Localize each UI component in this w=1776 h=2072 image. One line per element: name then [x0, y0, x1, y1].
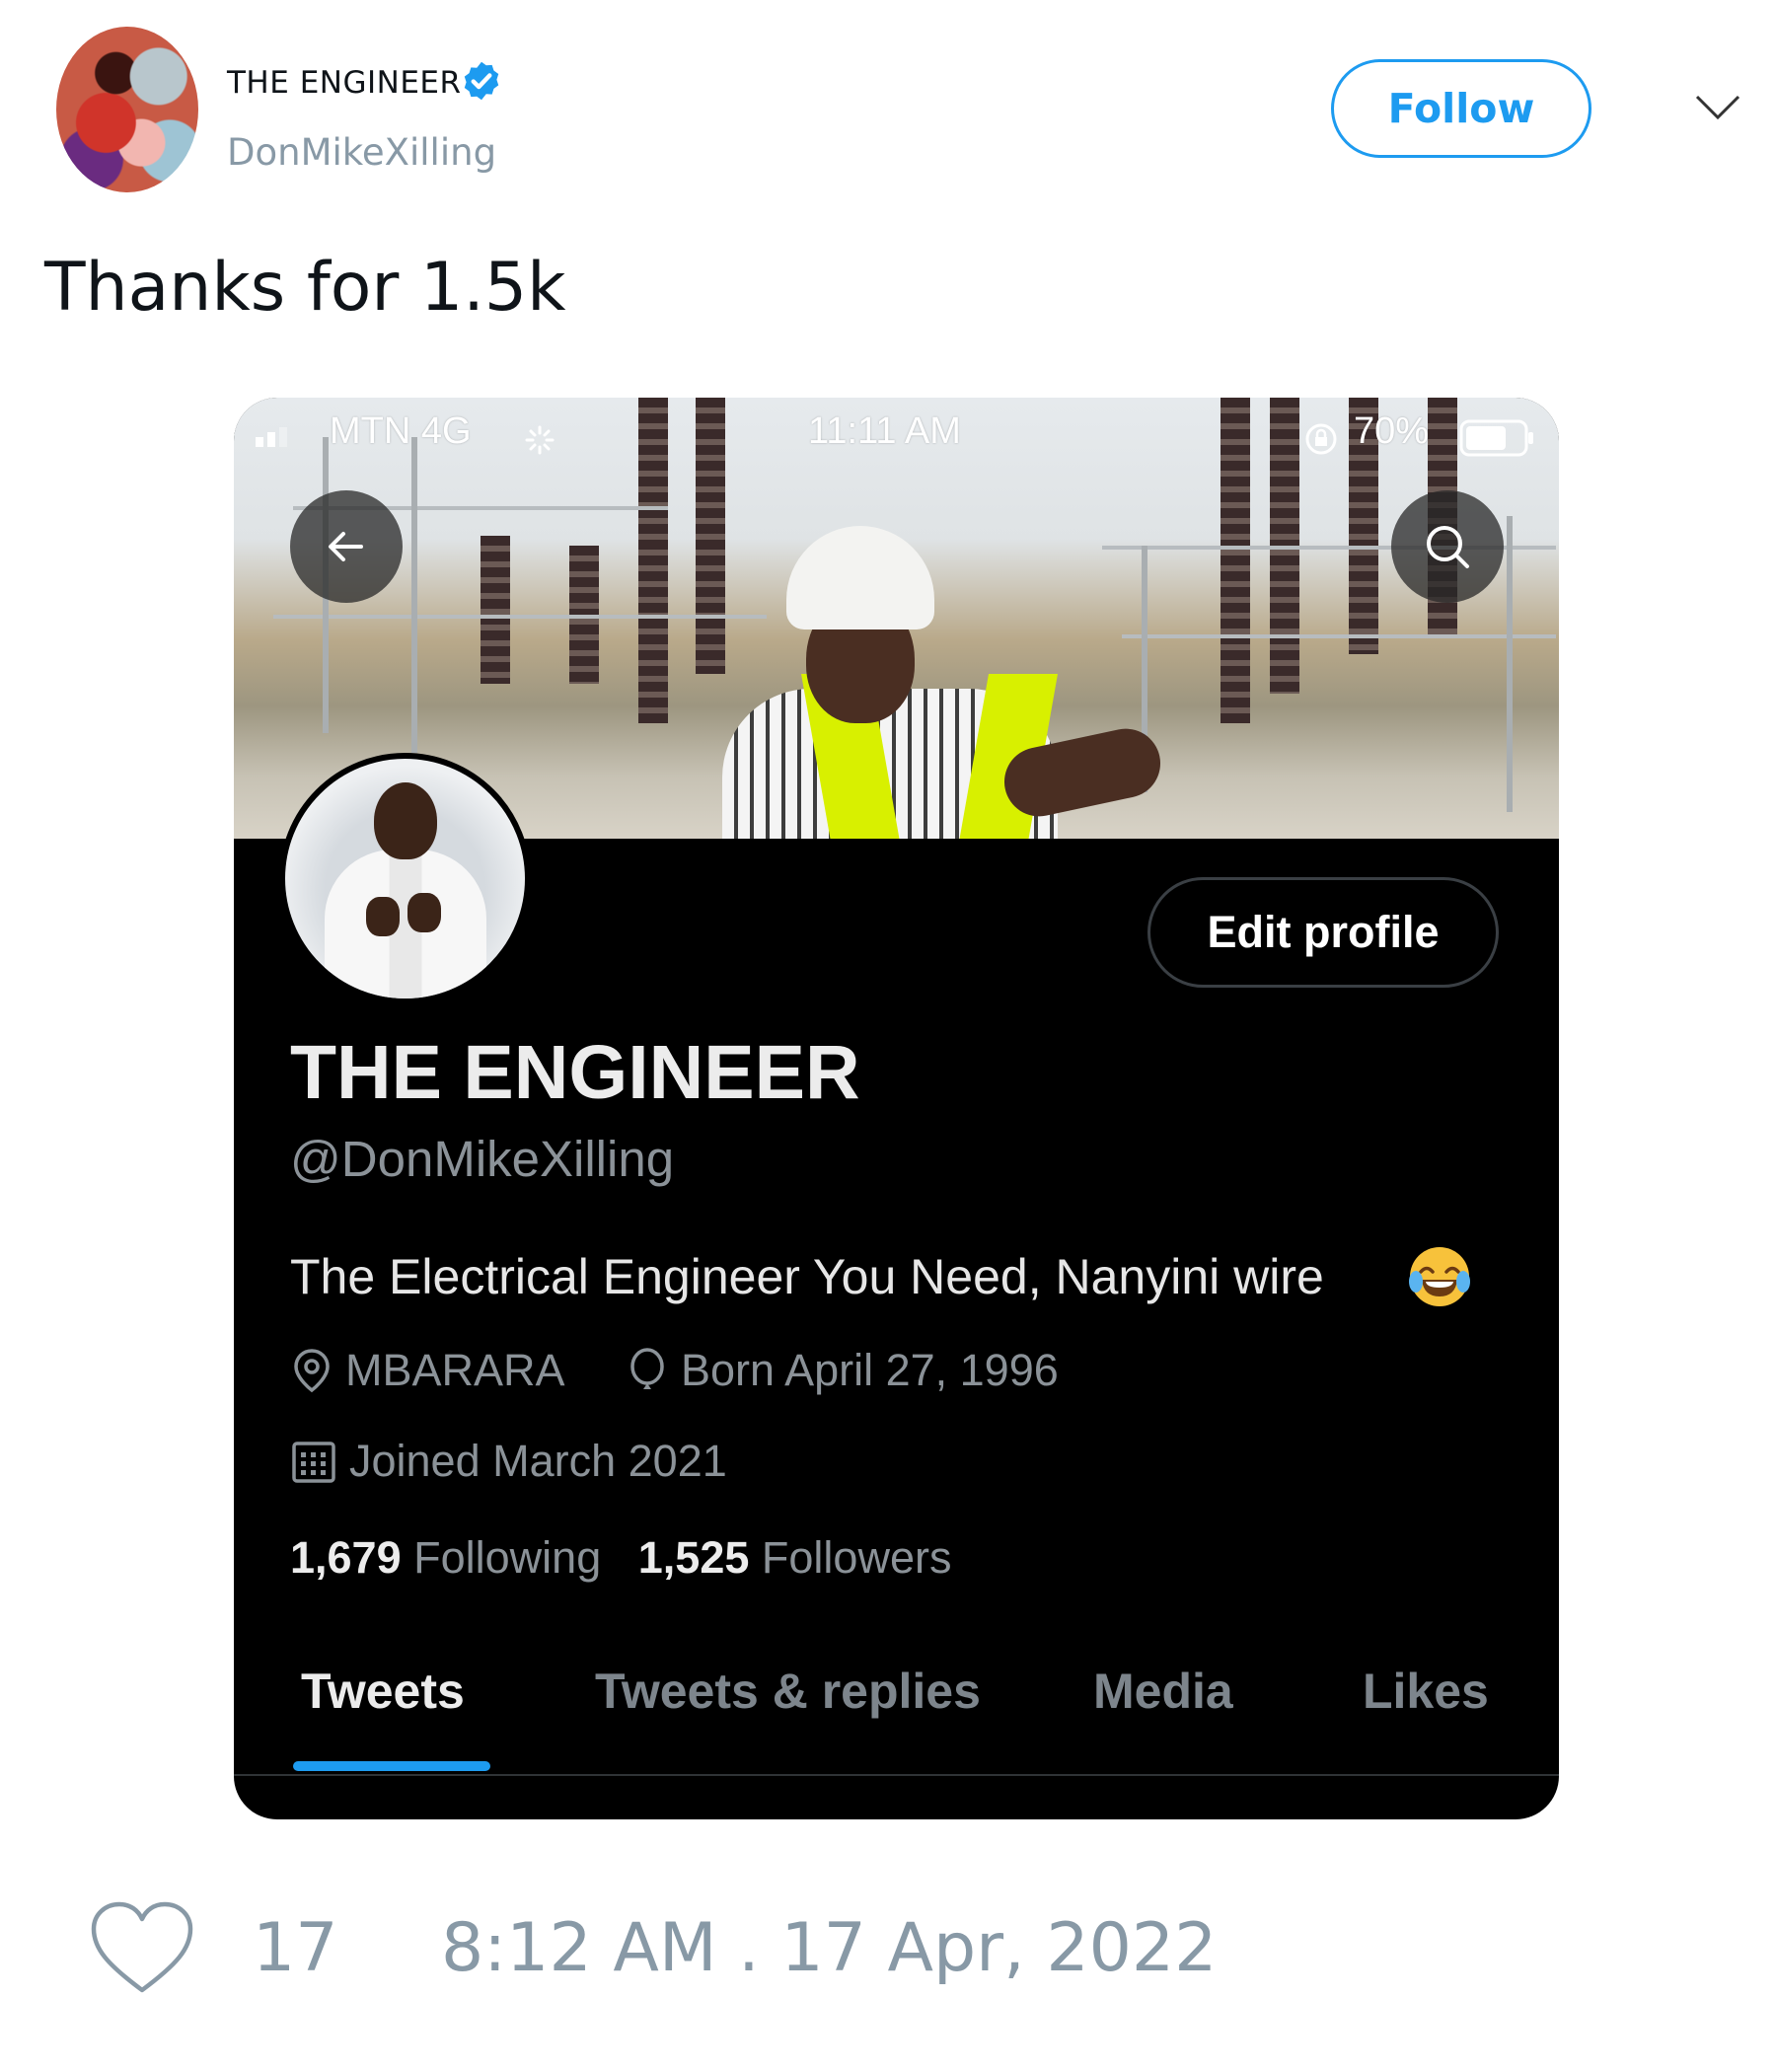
- signal-icon: [256, 427, 287, 447]
- birthday-text: Born April 27, 1996: [681, 1345, 1059, 1395]
- status-time: 11:11 AM: [808, 410, 961, 452]
- location-text: MBARARA: [345, 1345, 565, 1395]
- calendar-icon: [292, 1442, 335, 1483]
- back-arrow-icon: [329, 532, 363, 561]
- tab-tweets[interactable]: Tweets: [301, 1663, 465, 1720]
- search-button[interactable]: [1391, 490, 1504, 603]
- tweet-text: Thanks for 1.5k: [44, 249, 566, 327]
- followers-count: 1,525: [637, 1532, 750, 1583]
- avatar-person-hand: [366, 897, 400, 936]
- heart-icon[interactable]: [88, 1899, 196, 1998]
- tweet-media-screenshot[interactable]: MTN 4G 11:11 AM 70% Edit profile THE ENG…: [234, 398, 1559, 1819]
- joined-meta: Joined March 2021: [290, 1436, 727, 1487]
- verified-badge-icon: [464, 61, 499, 101]
- follow-stats: 1,679 Following 1,525 Followers: [290, 1532, 951, 1584]
- like-count: 17: [253, 1909, 338, 1987]
- joined-text: Joined March 2021: [349, 1436, 727, 1486]
- profile-handle: @DonMikeXilling: [290, 1131, 675, 1187]
- avatar-person-shirt: [325, 850, 486, 999]
- birthday-meta: Born April 27, 1996: [626, 1345, 1059, 1396]
- location-meta: MBARARA: [290, 1345, 565, 1396]
- back-button[interactable]: [290, 490, 403, 603]
- following-link[interactable]: 1,679 Following: [290, 1532, 614, 1583]
- follow-button[interactable]: Follow: [1331, 59, 1591, 158]
- banner-hard-hat: [786, 526, 934, 629]
- avatar-person-hand: [407, 893, 441, 932]
- laughing-emoji-icon: [1409, 1247, 1470, 1306]
- loading-icon: [525, 425, 555, 455]
- profile-display-name: THE ENGINEER: [290, 1030, 860, 1115]
- chevron-down-icon[interactable]: [1695, 95, 1740, 120]
- following-label: Following: [413, 1532, 602, 1583]
- author-handle[interactable]: DonMikeXilling: [227, 131, 496, 174]
- carrier-label: MTN 4G: [330, 410, 472, 452]
- edit-profile-button[interactable]: Edit profile: [1147, 877, 1499, 988]
- avatar-person-head: [374, 782, 437, 859]
- profile-avatar[interactable]: [279, 753, 531, 1004]
- tab-tweets-and-replies[interactable]: Tweets & replies: [595, 1663, 981, 1720]
- tab-media[interactable]: Media: [1093, 1663, 1233, 1720]
- battery-percentage: 70%: [1354, 410, 1430, 452]
- followers-link[interactable]: 1,525 Followers: [638, 1532, 952, 1583]
- profile-bio: The Electrical Engineer You Need, Nanyin…: [290, 1249, 1324, 1304]
- tab-divider: [234, 1774, 1559, 1776]
- balloon-icon: [630, 1348, 664, 1389]
- author-name[interactable]: THE ENGINEER: [227, 65, 462, 101]
- tab-likes[interactable]: Likes: [1363, 1663, 1489, 1720]
- active-tab-indicator: [293, 1761, 490, 1771]
- followers-label: Followers: [761, 1532, 952, 1583]
- location-pin-icon: [294, 1349, 330, 1393]
- following-count: 1,679: [290, 1532, 402, 1583]
- tweet-timestamp[interactable]: 8:12 AM . 17 Apr, 2022: [441, 1909, 1217, 1987]
- lock-rotation-icon: [1305, 423, 1337, 455]
- battery-icon: [1459, 419, 1533, 457]
- search-icon: [1427, 526, 1469, 568]
- author-avatar[interactable]: [56, 27, 198, 192]
